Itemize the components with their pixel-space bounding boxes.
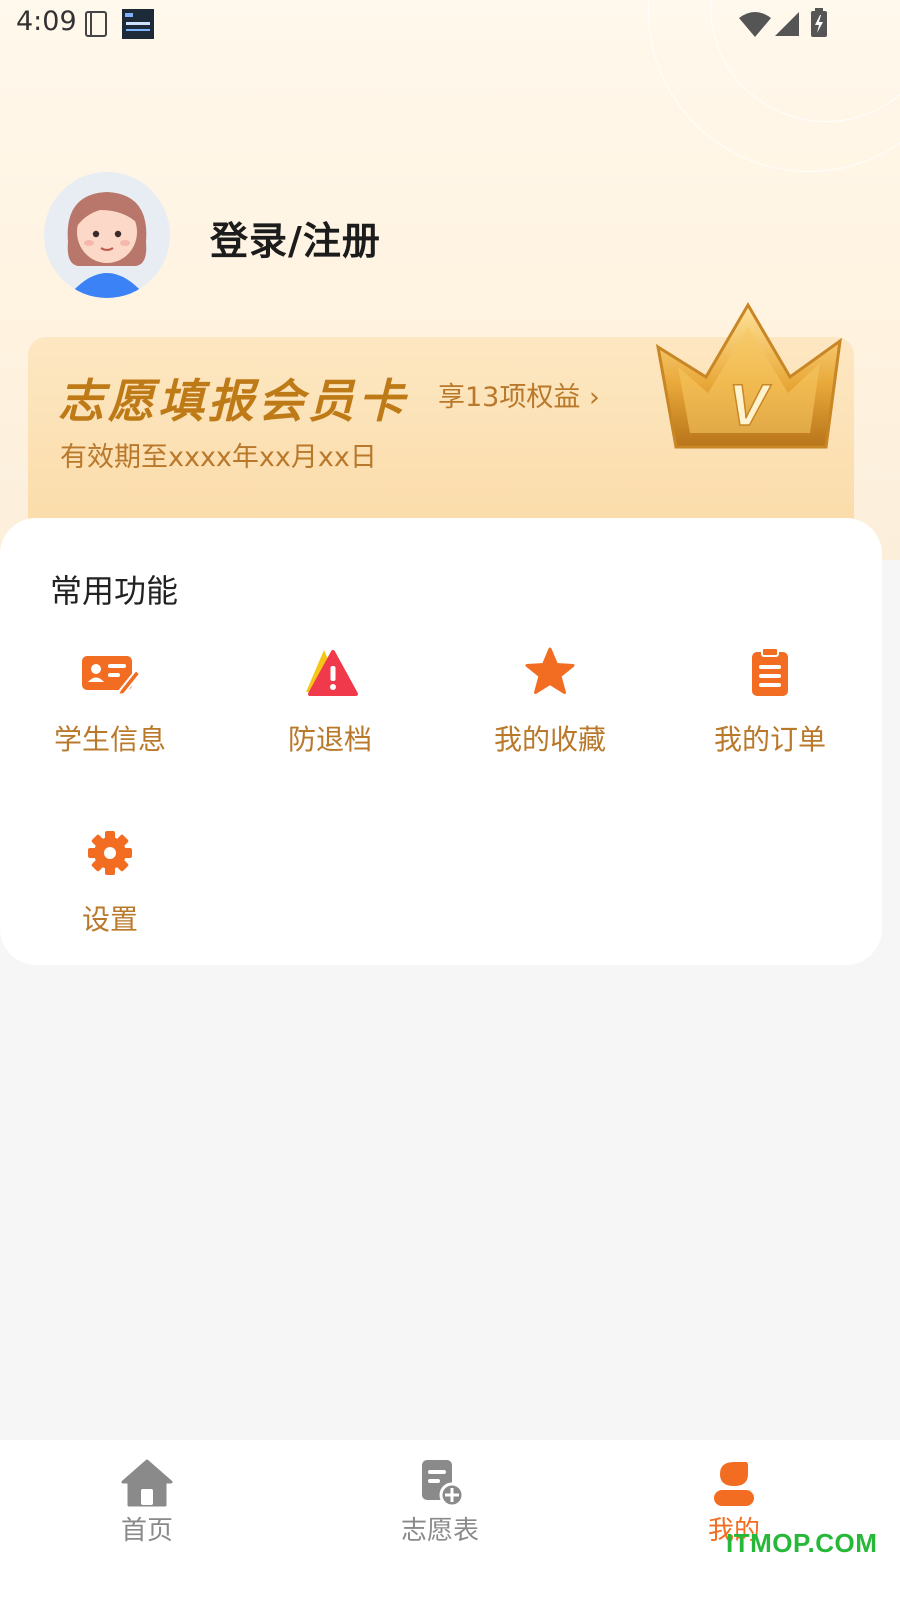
watermark: ITMOP.COM — [726, 1528, 878, 1558]
function-label: 我的收藏 — [493, 723, 606, 756]
common-functions-card: 常用功能 学生信息 防退档 我的收藏 我的订单 设置 — [0, 518, 882, 965]
tab-label: 首页 — [120, 1516, 173, 1546]
function-favorites[interactable]: 我的收藏 — [440, 646, 660, 776]
function-student-info[interactable]: 学生信息 — [0, 646, 220, 776]
notebook-icon — [85, 11, 107, 37]
status-bar: 4:09 — [0, 0, 900, 48]
clock-widget-icon — [122, 9, 154, 39]
function-label: 设置 — [81, 903, 138, 936]
tab-volunteer-form[interactable]: 志愿表 — [340, 1440, 540, 1560]
login-register-link[interactable]: 登录/注册 — [210, 210, 381, 265]
avatar-illustration — [44, 172, 170, 298]
vip-benefits-link[interactable]: 享13项权益 › — [438, 375, 600, 414]
warning-triangle-icon — [306, 650, 358, 696]
function-label: 我的订单 — [713, 723, 826, 756]
vip-card-title: 志愿填报会员卡 — [58, 374, 408, 428]
vip-membership-card[interactable]: 志愿填报会员卡 享13项权益 › 有效期至xxxx年xx月xx日 V — [28, 302, 854, 527]
crown-letter: V — [729, 373, 772, 438]
function-settings[interactable]: 设置 — [0, 826, 220, 956]
home-icon — [121, 1459, 173, 1507]
gear-icon — [88, 831, 132, 875]
section-title: 常用功能 — [50, 572, 179, 610]
student-card-icon — [82, 656, 140, 697]
function-label: 防退档 — [287, 723, 372, 756]
vip-expiry-text: 有效期至xxxx年xx月xx日 — [60, 442, 377, 473]
bottom-tab-bar: 首页 志愿表 我的 — [0, 1440, 900, 1600]
function-orders[interactable]: 我的订单 — [660, 646, 880, 776]
tab-label: 志愿表 — [400, 1516, 479, 1546]
crown-icon: V — [655, 302, 842, 449]
signal-icon — [775, 12, 799, 36]
profile-section[interactable]: 登录/注册 — [44, 172, 744, 298]
function-anti-withdrawal[interactable]: 防退档 — [220, 646, 440, 776]
battery-icon — [811, 8, 827, 37]
clipboard-icon — [752, 647, 788, 696]
star-icon — [525, 647, 575, 694]
status-time: 4:09 — [16, 6, 77, 37]
tab-home[interactable]: 首页 — [47, 1440, 247, 1560]
form-add-icon — [422, 1460, 465, 1508]
person-icon — [714, 1462, 754, 1506]
avatar[interactable] — [44, 172, 170, 298]
function-label: 学生信息 — [53, 723, 166, 756]
wifi-icon — [739, 12, 771, 37]
